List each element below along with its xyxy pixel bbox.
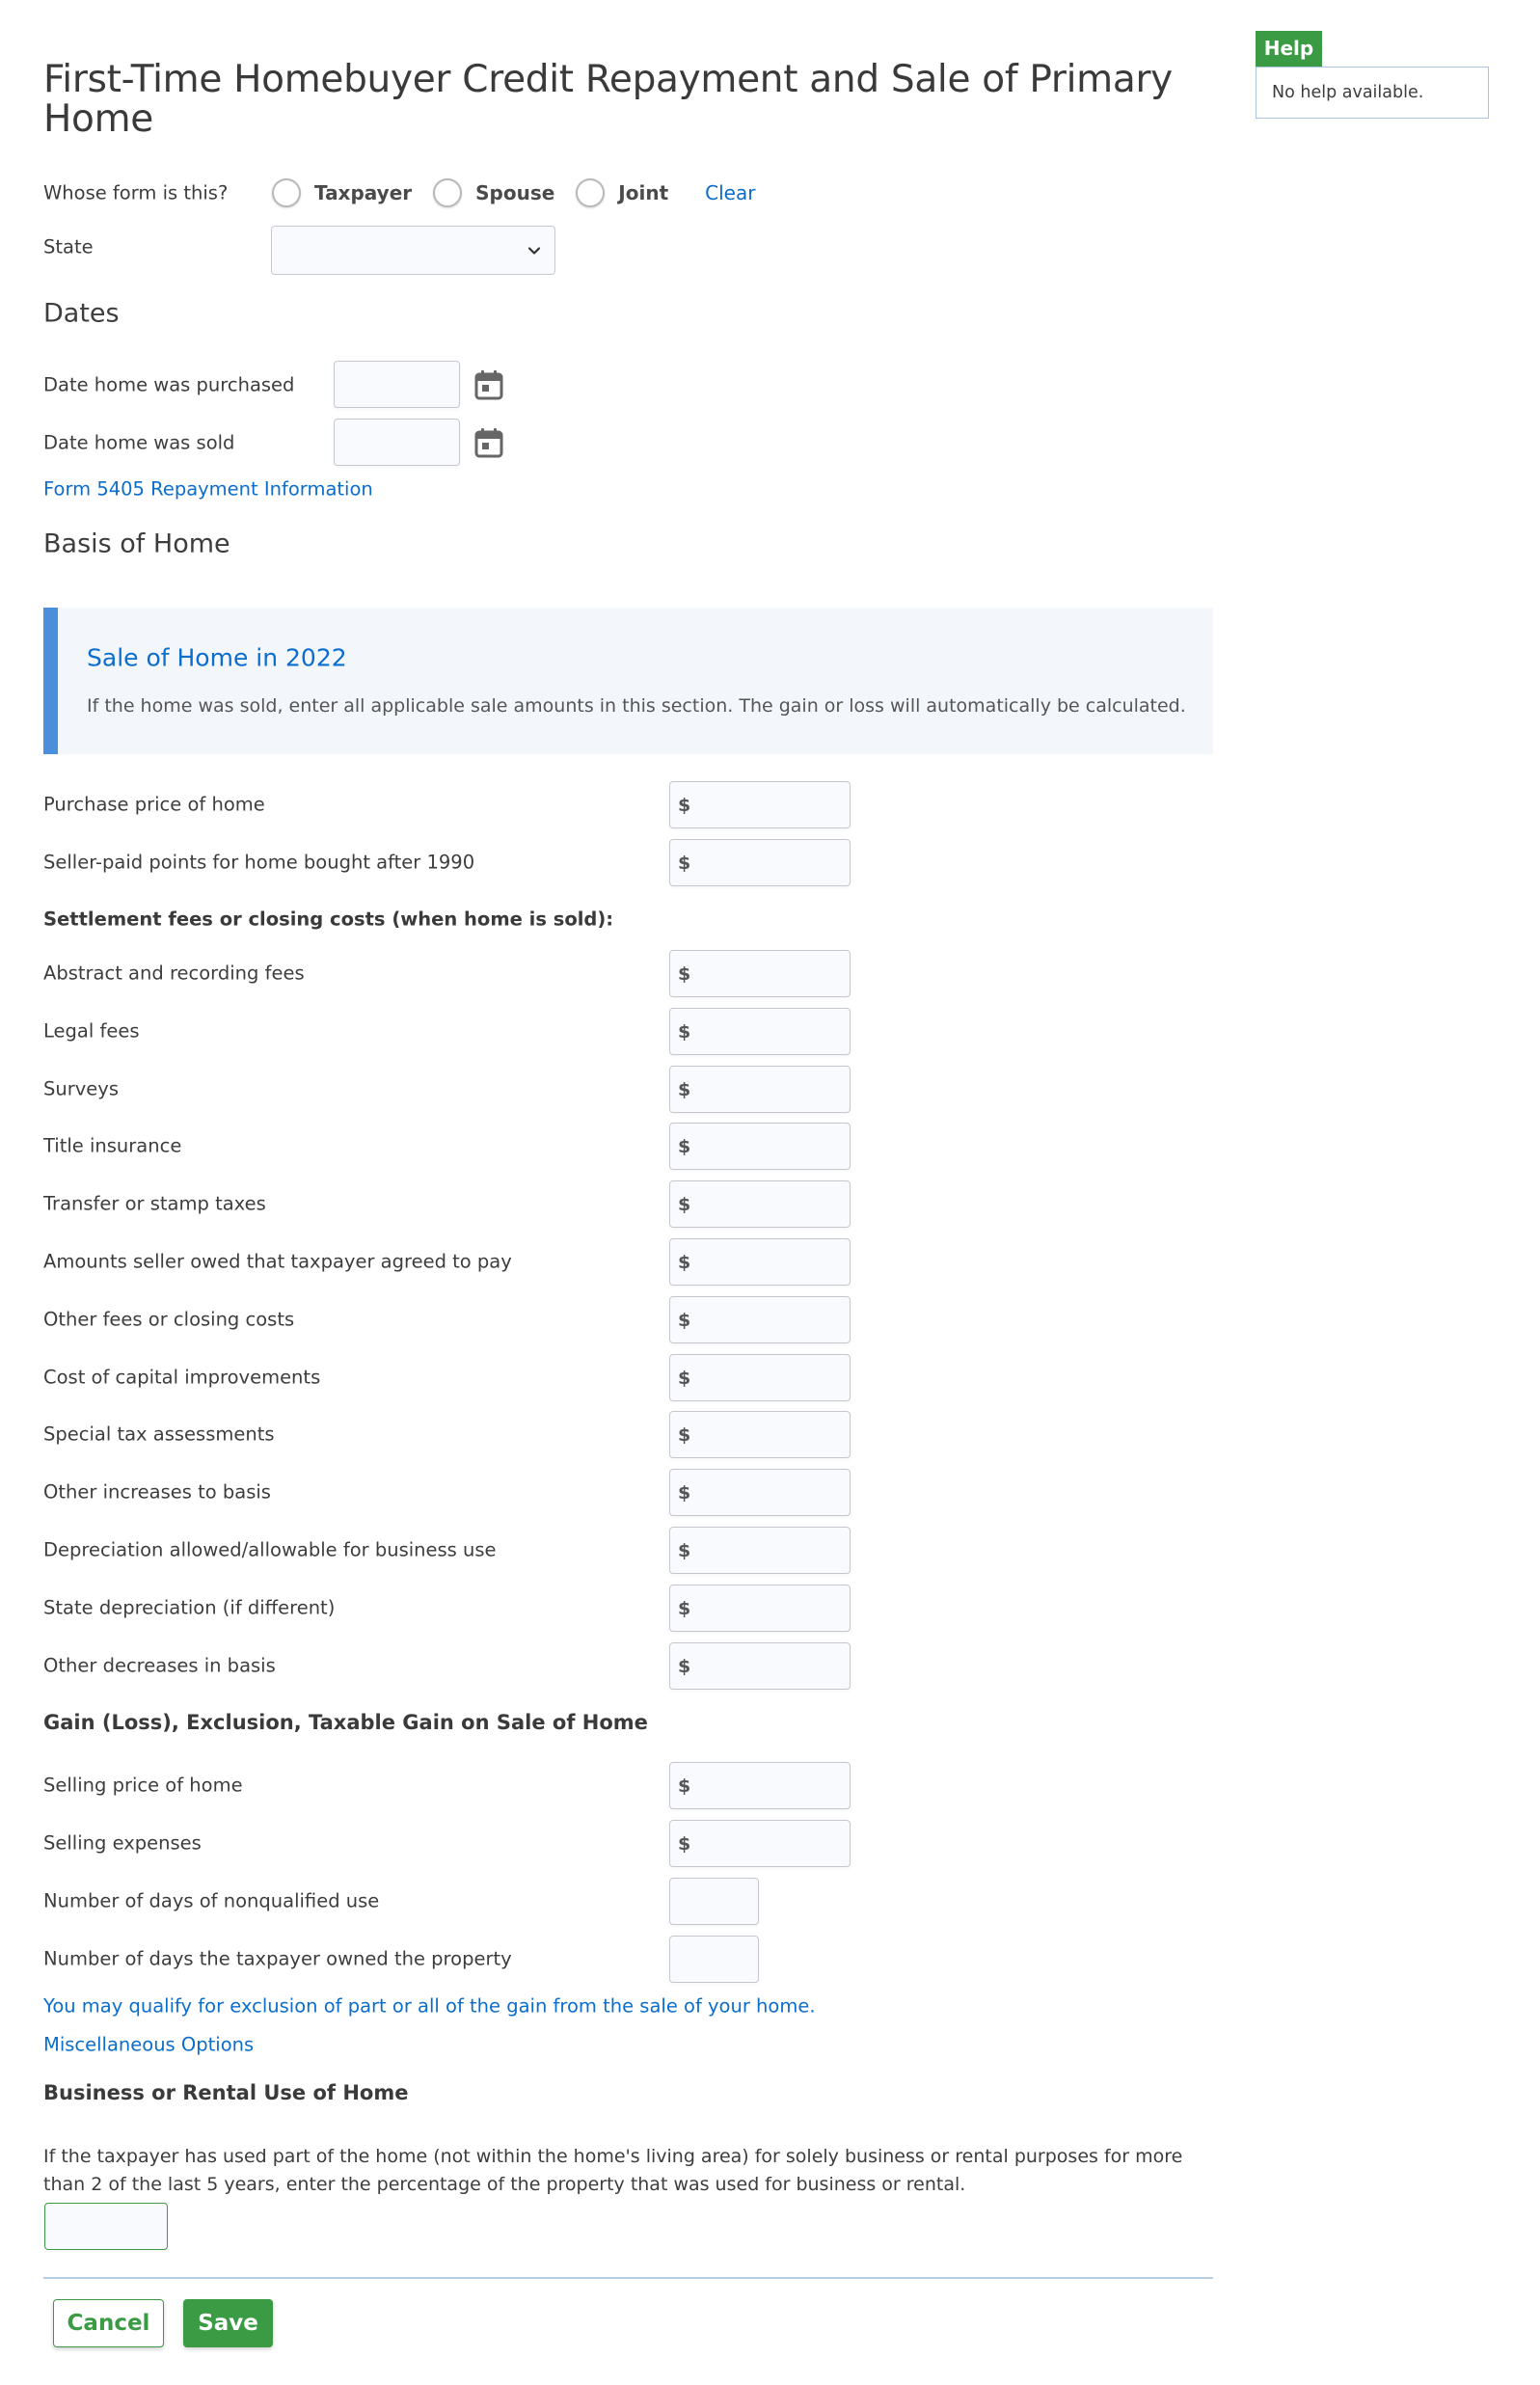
basis-field-label: Depreciation allowed/allowable for busin… [43,1538,497,1561]
dollar-sign: $ [678,1193,691,1215]
date-purchased-label: Date home was purchased [43,373,295,396]
radio-label: Taxpayer [314,181,413,204]
dollar-sign: $ [678,1655,691,1677]
radio-circle[interactable] [272,178,301,207]
business-description: If the taxpayer has used part of the hom… [43,2146,1183,2195]
selling-expenses-input[interactable]: $ [669,1820,851,1867]
dollar-sign: $ [678,794,691,816]
basis-field-label: Amounts seller owed that taxpayer agreed… [43,1250,512,1273]
basis-field-input[interactable]: $ [669,1585,851,1632]
gain-heading: Gain (Loss), Exclusion, Taxable Gain on … [43,1711,648,1734]
basis-field-label: Transfer or stamp taxes [43,1192,266,1215]
radio-spouse[interactable]: Spouse [433,178,554,207]
settlement-heading: Settlement fees or closing costs (when h… [43,908,614,931]
dollar-sign: $ [678,852,691,874]
help-panel: No help available. [1256,67,1489,119]
date-sold-input[interactable] [334,419,460,466]
help-tab: Help [1256,31,1322,67]
basis-field-label: Legal fees [43,1019,140,1043]
misc-options-link[interactable]: Miscellaneous Options [43,2034,254,2056]
radio-joint[interactable]: Joint [576,178,668,207]
date-purchased-input[interactable] [334,361,460,408]
basis-heading: Basis of Home [43,528,230,559]
info-title: Sale of Home in 2022 [87,643,347,672]
dates-heading: Dates [43,298,120,329]
basis-field-input[interactable]: $ [669,1296,851,1343]
help-text: No help available. [1272,83,1424,102]
selling-price-input[interactable]: $ [669,1762,851,1809]
basis-field-input[interactable]: $ [669,1008,851,1055]
radio-label: Joint [618,181,669,204]
basis-field-input[interactable]: $ [669,1411,851,1458]
basis-field-input[interactable]: $ [669,1180,851,1228]
owner-label: Whose form is this? [43,181,229,204]
basis-field-label: Surveys [43,1077,119,1100]
dollar-sign: $ [678,1832,691,1855]
state-label: State [43,235,94,258]
info-text: If the home was sold, enter all applicab… [87,695,1186,717]
basis-field-input[interactable]: $ [669,1527,851,1574]
calendar-icon[interactable] [474,427,503,458]
basis-field-label: State depreciation (if different) [43,1596,336,1619]
basis-field-label: Other decreases in basis [43,1654,276,1677]
basis-field-input[interactable]: $ [669,1642,851,1690]
basis-field-label: Abstract and recording fees [43,962,305,985]
cancel-button[interactable]: Cancel [53,2299,164,2347]
owner-radio-group: Taxpayer Spouse Joint Clear [272,178,755,207]
radio-circle[interactable] [576,178,606,207]
sale-info-box: Sale of Home in 2022 If the home was sol… [43,608,1213,754]
dollar-sign: $ [678,1020,691,1043]
date-sold-label: Date home was sold [43,431,235,454]
save-button[interactable]: Save [183,2299,273,2347]
dollar-sign: $ [678,1481,691,1504]
radio-taxpayer[interactable]: Taxpayer [272,178,412,207]
dollar-sign: $ [678,1309,691,1331]
basis-field-input[interactable]: $ [669,1066,851,1113]
basis-field-label: Other fees or closing costs [43,1308,295,1331]
days-nonqualified-input[interactable] [669,1878,759,1925]
purchase-price-label: Purchase price of home [43,793,265,816]
divider [43,2277,1213,2279]
dollar-sign: $ [678,1251,691,1273]
basis-field-label: Cost of capital improvements [43,1366,321,1389]
dollar-sign: $ [678,1135,691,1157]
basis-field-input[interactable]: $ [669,1123,851,1170]
basis-field-label: Special tax assessments [43,1423,275,1446]
selling-expenses-label: Selling expenses [43,1831,202,1855]
basis-field-input[interactable]: $ [669,1238,851,1286]
dollar-sign: $ [678,962,691,985]
form-5405-link[interactable]: Form 5405 Repayment Information [43,478,373,501]
days-owned-input[interactable] [669,1936,759,1983]
state-select[interactable] [271,226,555,275]
exclusion-link[interactable]: You may qualify for exclusion of part or… [43,1995,816,2018]
dollar-sign: $ [678,1775,691,1797]
radio-label: Spouse [475,181,555,204]
clear-link[interactable]: Clear [705,181,755,204]
basis-field-label: Title insurance [43,1134,182,1157]
dollar-sign: $ [678,1423,691,1446]
basis-field-input[interactable]: $ [669,950,851,997]
dollar-sign: $ [678,1597,691,1619]
seller-points-input[interactable]: $ [669,839,851,886]
days-owned-label: Number of days the taxpayer owned the pr… [43,1947,512,1970]
selling-price-label: Selling price of home [43,1774,243,1797]
radio-circle[interactable] [433,178,463,207]
dollar-sign: $ [678,1078,691,1100]
business-heading: Business or Rental Use of Home [43,2081,409,2104]
basis-field-input[interactable]: $ [669,1469,851,1516]
purchase-price-input[interactable]: $ [669,781,851,828]
basis-field-input[interactable]: $ [669,1354,851,1401]
dollar-sign: $ [678,1367,691,1389]
basis-field-label: Other increases to basis [43,1480,271,1504]
business-percent-input[interactable] [44,2203,168,2250]
page-title: First-Time Homebuyer Credit Repayment an… [43,58,1173,141]
days-nonqualified-label: Number of days of nonqualified use [43,1889,380,1912]
calendar-icon[interactable] [474,369,503,400]
chevron-down-icon [527,246,541,255]
seller-points-label: Seller-paid points for home bought after… [43,851,475,874]
dollar-sign: $ [678,1539,691,1561]
